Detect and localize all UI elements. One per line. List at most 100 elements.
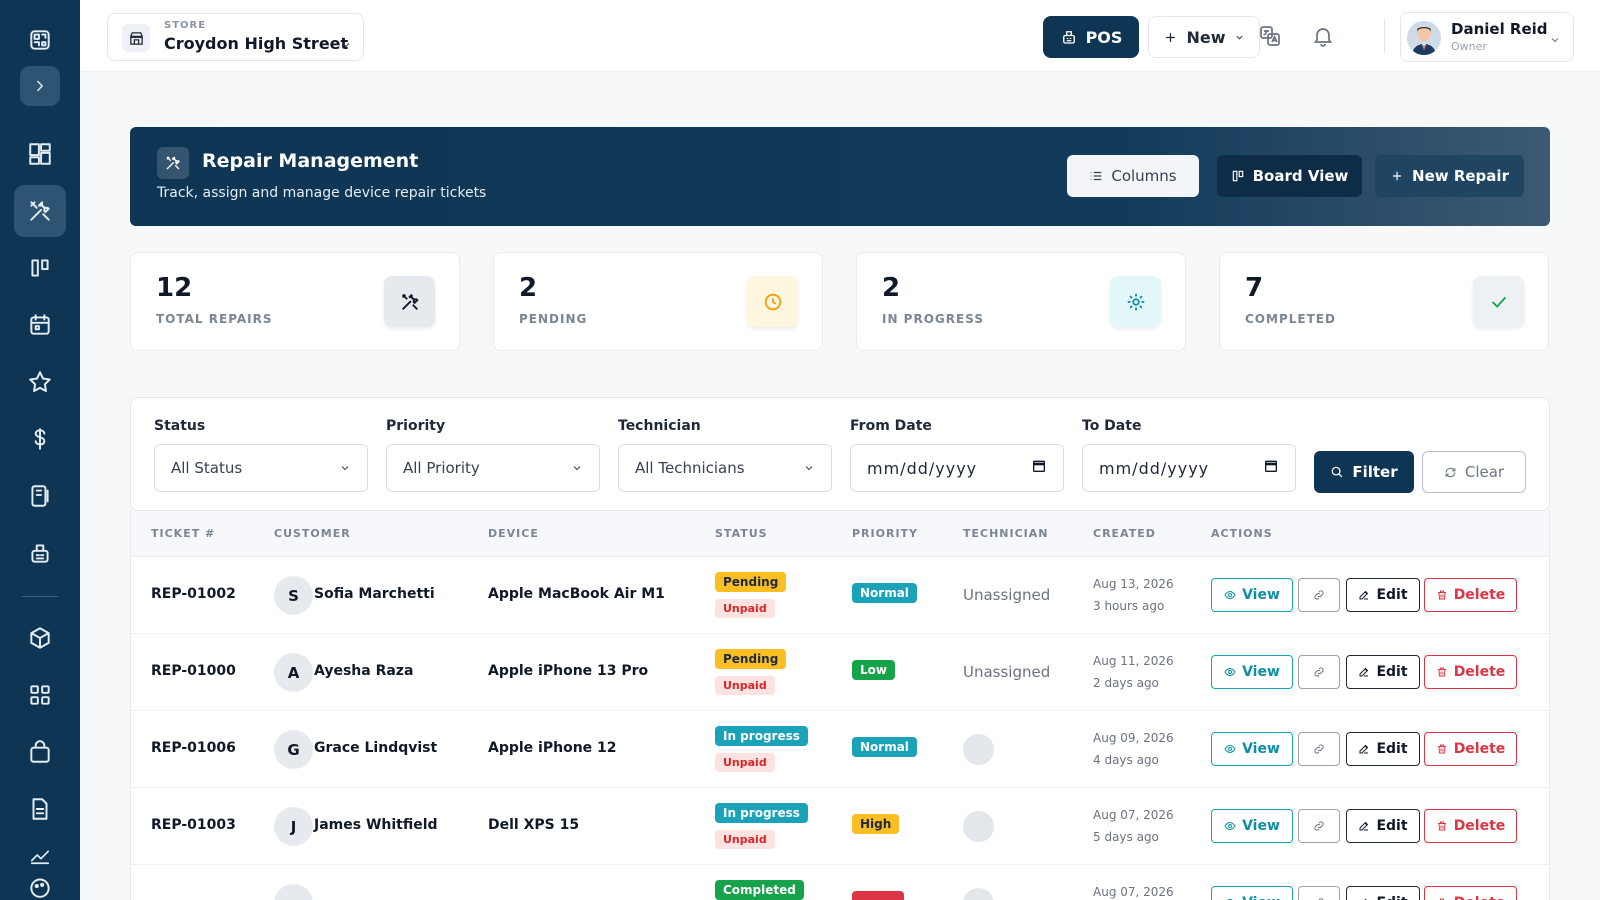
table-row[interactable]: Completed Aug 07, 2026 View Edit Delete: [131, 865, 1549, 900]
grid-icon[interactable]: [14, 669, 66, 721]
ticket-number[interactable]: REP-01003: [151, 817, 236, 833]
column-header-created[interactable]: CREATED: [1093, 527, 1156, 540]
customer-name: Sofia Marchetti: [314, 586, 435, 602]
document-icon[interactable]: [14, 783, 66, 835]
user-name: Daniel Reid: [1451, 20, 1548, 38]
table-row[interactable]: REP-01000 A Ayesha Raza Apple iPhone 13 Pro…: [131, 634, 1549, 711]
new-repair-button[interactable]: New Repair: [1375, 155, 1524, 197]
status-select[interactable]: All Status: [154, 444, 368, 492]
column-header-priority[interactable]: PRIORITY: [852, 527, 918, 540]
stat-value: 2: [519, 273, 538, 303]
link-icon: [1314, 821, 1324, 831]
payment-badge: Unpaid: [715, 599, 775, 618]
created-date: Aug 11, 2026: [1093, 654, 1174, 668]
view-button[interactable]: View: [1211, 578, 1293, 612]
bell-icon[interactable]: [1309, 22, 1337, 50]
technician-select[interactable]: All Technicians: [618, 444, 832, 492]
new-button[interactable]: New: [1148, 16, 1260, 58]
from-date-filter: From Date mm/dd/yyyy: [850, 418, 1064, 492]
shopping-bag-icon[interactable]: [14, 726, 66, 778]
customer-avatar: J: [274, 807, 313, 846]
priority-filter-label: Priority: [386, 418, 446, 434]
technician-filter: Technician All Technicians: [618, 418, 832, 492]
search-icon: [1332, 466, 1343, 478]
calendar-icon[interactable]: [1031, 458, 1047, 478]
created-date: Aug 07, 2026: [1093, 808, 1174, 822]
delete-button[interactable]: Delete: [1424, 732, 1517, 766]
technician-avatar: [963, 734, 994, 765]
stat-label: COMPLETED: [1245, 312, 1336, 326]
qr-code-icon[interactable]: [14, 14, 66, 66]
link-icon: [1314, 744, 1324, 754]
box-icon[interactable]: [14, 612, 66, 664]
dashboard-icon[interactable]: [14, 128, 66, 180]
technician-avatar: [963, 888, 994, 900]
priority-select[interactable]: All Priority: [386, 444, 600, 492]
delete-button[interactable]: Delete: [1424, 886, 1517, 900]
star-icon[interactable]: [14, 356, 66, 408]
palette-icon[interactable]: [14, 872, 66, 900]
tools-icon[interactable]: [14, 185, 66, 237]
customer-avatar: [274, 884, 313, 900]
column-header-device[interactable]: DEVICE: [488, 527, 539, 540]
device-icon[interactable]: [14, 470, 66, 522]
store-icon: [122, 24, 150, 52]
ticket-number[interactable]: REP-01002: [151, 586, 236, 602]
table-row[interactable]: REP-01003 J James Whitfield Dell XPS 15 In p…: [131, 788, 1549, 865]
pos-button[interactable]: POS: [1043, 16, 1139, 58]
chevron-right-icon[interactable]: [20, 66, 60, 106]
stat-value: 2: [882, 273, 901, 303]
view-button[interactable]: View: [1211, 886, 1293, 900]
columns-button[interactable]: Columns: [1067, 155, 1199, 197]
view-button[interactable]: View: [1211, 732, 1293, 766]
table-row[interactable]: REP-01002 S Sofia Marchetti Apple MacBook A…: [131, 557, 1549, 634]
edit-button[interactable]: Edit: [1346, 809, 1420, 843]
board-view-button[interactable]: Board View: [1217, 155, 1362, 197]
edit-button[interactable]: Edit: [1346, 578, 1420, 612]
delete-button[interactable]: Delete: [1424, 578, 1517, 612]
created-relative: 3 hours ago: [1093, 599, 1165, 613]
edit-button[interactable]: Edit: [1346, 732, 1420, 766]
column-header-status[interactable]: STATUS: [715, 527, 768, 540]
copy-link-button[interactable]: [1298, 655, 1340, 689]
copy-link-button[interactable]: [1298, 886, 1340, 900]
filter-button[interactable]: Filter: [1314, 451, 1414, 493]
delete-button[interactable]: Delete: [1424, 809, 1517, 843]
view-button[interactable]: View: [1211, 655, 1293, 689]
from-date-input[interactable]: mm/dd/yyyy: [850, 444, 1064, 492]
calendar-icon[interactable]: [14, 299, 66, 351]
column-header-technician[interactable]: TECHNICIAN: [963, 527, 1048, 540]
delete-button[interactable]: Delete: [1424, 655, 1517, 689]
board-icon[interactable]: [14, 242, 66, 294]
created-relative: 4 days ago: [1093, 753, 1159, 767]
table-row[interactable]: REP-01006 G Grace Lindqvist Apple iPhone 12…: [131, 711, 1549, 788]
delete-label: Delete: [1454, 895, 1506, 900]
edit-icon: [1359, 590, 1369, 600]
plus-icon: [1166, 32, 1176, 42]
copy-link-button[interactable]: [1298, 809, 1340, 843]
pos-label: POS: [1085, 27, 1123, 47]
cash-register-icon[interactable]: [14, 527, 66, 579]
calendar-icon[interactable]: [1263, 458, 1279, 478]
edit-button[interactable]: Edit: [1346, 655, 1420, 689]
view-label: View: [1242, 895, 1280, 900]
sidebar: [0, 0, 80, 900]
clear-button[interactable]: Clear: [1422, 451, 1526, 493]
ticket-number[interactable]: REP-01006: [151, 740, 236, 756]
column-header-customer[interactable]: CUSTOMER: [274, 527, 351, 540]
store-selector[interactable]: STORE Croydon High Street: [107, 13, 364, 61]
user-menu[interactable]: Daniel Reid Owner: [1400, 12, 1574, 62]
chart-icon[interactable]: [14, 840, 66, 870]
cash-register-icon: [1062, 31, 1075, 44]
column-header-ticket[interactable]: TICKET #: [151, 527, 215, 540]
payment-badge: Unpaid: [715, 753, 775, 772]
to-date-input[interactable]: mm/dd/yyyy: [1082, 444, 1296, 492]
view-button[interactable]: View: [1211, 809, 1293, 843]
dollar-icon[interactable]: [14, 413, 66, 465]
copy-link-button[interactable]: [1298, 578, 1340, 612]
chevron-down-icon: [1235, 35, 1243, 40]
copy-link-button[interactable]: [1298, 732, 1340, 766]
edit-button[interactable]: Edit: [1346, 886, 1420, 900]
translate-icon[interactable]: [1256, 22, 1284, 50]
ticket-number[interactable]: REP-01000: [151, 663, 236, 679]
